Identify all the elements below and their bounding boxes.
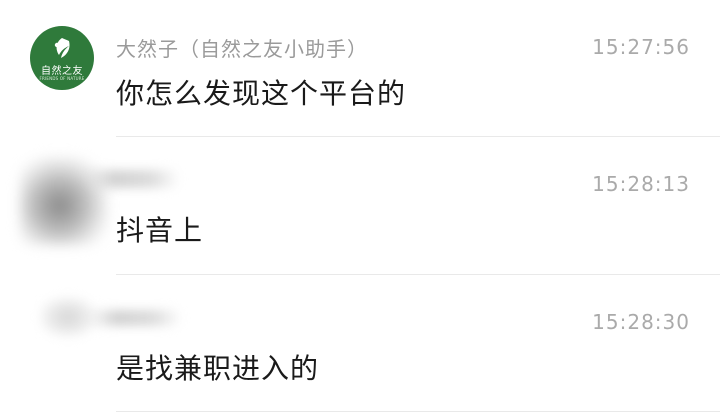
avatar-brand-subtext: FRIENDS OF NATURE <box>39 76 85 81</box>
message-item[interactable]: 15:28:13 抖音上 <box>0 137 720 273</box>
avatar-brand-text: 自然之友 <box>41 66 83 77</box>
avatar[interactable]: 自然之友 FRIENDS OF NATURE <box>30 26 94 90</box>
sender-name: 大然子（自然之友小助手） <box>116 37 368 61</box>
message-timestamp: 15:28:13 <box>592 172 690 196</box>
sender-name-redacted <box>88 310 182 326</box>
leaf-logo-icon <box>54 38 70 58</box>
message-text: 是找兼职进入的 <box>116 352 320 385</box>
chat-message-list: 自然之友 FRIENDS OF NATURE 大然子（自然之友小助手） 15:2… <box>0 0 720 417</box>
message-text: 抖音上 <box>116 214 204 247</box>
sender-name-redacted <box>84 170 180 188</box>
message-item[interactable]: 15:28:30 是找兼职进入的 <box>0 275 720 411</box>
message-timestamp: 15:27:56 <box>592 35 690 59</box>
message-item[interactable]: 自然之友 FRIENDS OF NATURE 大然子（自然之友小助手） 15:2… <box>0 0 720 136</box>
divider <box>116 411 720 412</box>
message-text: 你怎么发现这个平台的 <box>116 77 407 110</box>
message-timestamp: 15:28:30 <box>592 310 690 334</box>
